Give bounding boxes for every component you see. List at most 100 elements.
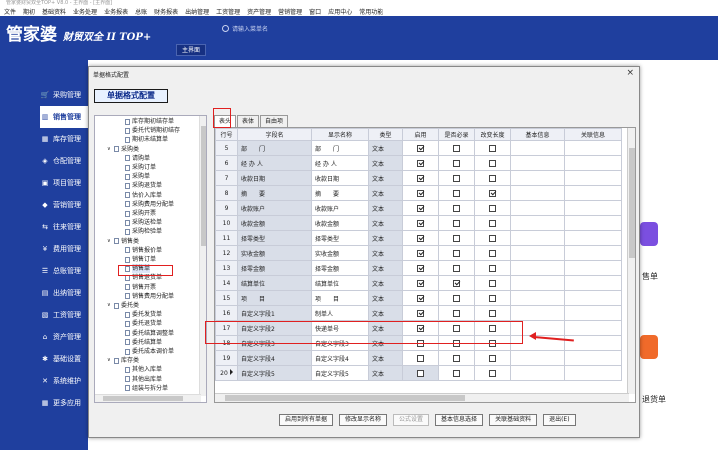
- table-row[interactable]: 11 择零类型 择零类型 文本: [215, 230, 622, 246]
- sidebar-item[interactable]: ▦ 更多应用: [40, 392, 88, 414]
- tree-node[interactable]: 采购退货单: [125, 181, 162, 190]
- checkbox[interactable]: [453, 309, 460, 317]
- tree-node[interactable]: 期初未结算单: [125, 135, 168, 144]
- checkbox[interactable]: [453, 249, 460, 257]
- display-name-cell[interactable]: 收款日期: [311, 170, 369, 186]
- basic-info-cell[interactable]: [510, 260, 565, 276]
- table-row[interactable]: 8摘 要摘 要文本: [215, 185, 622, 201]
- related-info-cell[interactable]: [564, 290, 622, 306]
- required-checkbox-cell[interactable]: [438, 275, 475, 291]
- checkbox[interactable]: [453, 234, 460, 242]
- checkbox[interactable]: [489, 249, 496, 257]
- tab-main[interactable]: 主界面: [176, 44, 206, 56]
- display-name-cell[interactable]: 部 门: [311, 140, 369, 156]
- tree-node[interactable]: 销售报价单: [125, 246, 162, 255]
- tree-node[interactable]: 库存期初结存单: [125, 117, 174, 126]
- tree-node[interactable]: 估价入库单: [125, 191, 162, 200]
- tree-node[interactable]: ∨ 库存类: [107, 356, 139, 365]
- sidebar-item[interactable]: ⇆ 往来管理: [40, 216, 88, 238]
- checkbox[interactable]: [489, 294, 496, 302]
- checkbox[interactable]: [417, 369, 424, 377]
- required-checkbox-cell[interactable]: [438, 200, 475, 216]
- table-row[interactable]: 14 结算单位 结算单位 文本: [215, 275, 622, 291]
- checkbox[interactable]: [417, 144, 424, 152]
- required-checkbox-cell[interactable]: [438, 140, 475, 156]
- display-name-cell[interactable]: 结算单位: [311, 275, 369, 291]
- menu-item[interactable]: 资产管理: [247, 7, 271, 16]
- basic-info-cell[interactable]: [510, 155, 565, 171]
- checkbox[interactable]: [453, 174, 460, 182]
- menu-item[interactable]: 总账: [135, 7, 147, 16]
- len-checkbox-cell[interactable]: [474, 305, 511, 321]
- checkbox[interactable]: [453, 279, 460, 287]
- enabled-checkbox-cell[interactable]: [402, 350, 439, 366]
- enabled-checkbox-cell[interactable]: [402, 170, 439, 186]
- tree-node[interactable]: ∨ 委托类: [107, 301, 139, 310]
- related-info-cell[interactable]: [564, 275, 622, 291]
- checkbox[interactable]: [417, 174, 424, 182]
- required-checkbox-cell[interactable]: [438, 215, 475, 231]
- basic-info-cell[interactable]: [510, 350, 565, 366]
- sidebar-item[interactable]: ▤ 出纳管理: [40, 282, 88, 304]
- sales-order-tile-label[interactable]: 售单: [642, 271, 658, 282]
- checkbox[interactable]: [453, 204, 460, 212]
- menu-item[interactable]: 业务处理: [73, 7, 97, 16]
- chevron-down-icon[interactable]: ∨: [107, 145, 113, 154]
- len-checkbox-cell[interactable]: [474, 365, 511, 381]
- related-info-cell[interactable]: [564, 230, 622, 246]
- return-order-tile-label[interactable]: 退货单: [642, 394, 666, 405]
- checkbox[interactable]: [453, 144, 460, 152]
- checkbox[interactable]: [453, 189, 460, 197]
- basic-info-cell[interactable]: [510, 230, 565, 246]
- sidebar-item[interactable]: 🛒 采购管理: [40, 84, 88, 106]
- enabled-checkbox-cell[interactable]: [402, 365, 439, 381]
- tree-node[interactable]: 委托结算调整单: [125, 329, 174, 338]
- required-checkbox-cell[interactable]: [438, 185, 475, 201]
- sidebar-item[interactable]: ▦ 库存管理: [40, 128, 88, 150]
- checkbox[interactable]: [453, 369, 460, 377]
- return-order-tile-icon[interactable]: [640, 335, 658, 359]
- basic-info-cell[interactable]: [510, 200, 565, 216]
- checkbox[interactable]: [417, 264, 424, 272]
- display-name-cell[interactable]: 制单人: [311, 305, 369, 321]
- checkbox[interactable]: [417, 234, 424, 242]
- display-name-cell[interactable]: 经 办 人: [311, 155, 369, 171]
- tree-node[interactable]: 销售订单: [125, 255, 156, 264]
- column-header[interactable]: 显示名称: [311, 128, 369, 141]
- required-checkbox-cell[interactable]: [438, 170, 475, 186]
- checkbox[interactable]: [489, 189, 496, 197]
- sidebar-item[interactable]: ☰ 总账管理: [40, 260, 88, 282]
- tab-body[interactable]: 表体: [237, 115, 260, 127]
- basic-info-cell[interactable]: [510, 365, 565, 381]
- menu-item[interactable]: 财务报表: [154, 7, 178, 16]
- table-row[interactable]: 12 实收金额 实收金额 文本: [215, 245, 622, 261]
- tab-free-items[interactable]: 自由项: [260, 115, 289, 127]
- len-checkbox-cell[interactable]: [474, 200, 511, 216]
- enabled-checkbox-cell[interactable]: [402, 200, 439, 216]
- enabled-checkbox-cell[interactable]: [402, 140, 439, 156]
- enabled-checkbox-cell[interactable]: [402, 275, 439, 291]
- related-info-cell[interactable]: [564, 365, 622, 381]
- enabled-checkbox-cell[interactable]: [402, 230, 439, 246]
- table-row[interactable]: 16 自定义字段1 制单人 文本: [215, 305, 622, 321]
- basic-info-cell[interactable]: [510, 215, 565, 231]
- table-row[interactable]: 13 择零金额 择零金额 文本: [215, 260, 622, 276]
- sidebar-item[interactable]: ◈ 仓配管理: [40, 150, 88, 172]
- column-header[interactable]: 类型: [368, 128, 403, 141]
- dialog-button[interactable]: 启用到所有单据: [279, 414, 334, 426]
- tree-node[interactable]: 委托结算单: [125, 338, 162, 347]
- checkbox[interactable]: [453, 264, 460, 272]
- related-info-cell[interactable]: [564, 260, 622, 276]
- table-row[interactable]: 20 自定义字段5 自定义字段5 文本: [215, 365, 622, 381]
- table-row[interactable]: 19 自定义字段4 自定义字段4 文本: [215, 350, 622, 366]
- tree-node[interactable]: 组装与拆分单: [125, 384, 168, 393]
- sidebar-item[interactable]: ▧ 工资管理: [40, 304, 88, 326]
- tree-node[interactable]: 其他入库单: [125, 365, 162, 374]
- column-header[interactable]: 关联信息: [564, 128, 622, 141]
- dialog-button[interactable]: 退出(E): [543, 414, 576, 426]
- required-checkbox-cell[interactable]: [438, 155, 475, 171]
- checkbox[interactable]: [417, 159, 424, 167]
- enabled-checkbox-cell[interactable]: [402, 155, 439, 171]
- chevron-down-icon[interactable]: ∨: [107, 301, 113, 310]
- tree-node[interactable]: 委托退货单: [125, 319, 162, 328]
